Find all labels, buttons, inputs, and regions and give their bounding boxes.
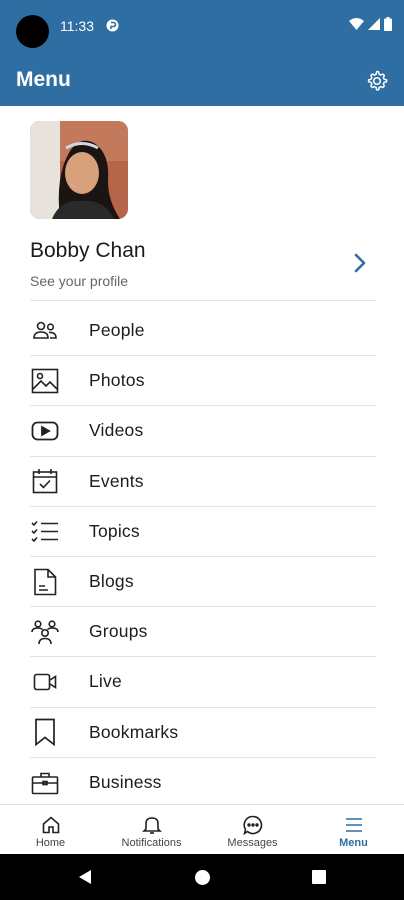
menu-item-label: Topics <box>89 520 140 541</box>
system-navigation-bar <box>0 854 404 900</box>
nav-tab-menu[interactable]: Menu <box>303 805 404 854</box>
menu-item-blogs[interactable]: Blogs <box>30 557 376 608</box>
menu-item-label: People <box>89 320 145 341</box>
page-title: Menu <box>16 68 71 91</box>
avatar[interactable] <box>30 121 128 219</box>
status-bar: 11:33 <box>0 0 404 56</box>
see-profile-link[interactable]: See your profile <box>30 273 128 289</box>
play-icon <box>30 416 60 446</box>
profile-section[interactable]: Bobby Chan See your profile <box>0 106 404 302</box>
recents-square-icon <box>312 870 326 884</box>
menu-list: People Photos Videos Events Topics Blogs <box>0 306 404 808</box>
menu-item-groups[interactable]: Groups <box>30 607 376 658</box>
nav-tab-label: Menu <box>339 837 368 849</box>
nav-tab-notifications[interactable]: Notifications <box>101 805 202 854</box>
bell-icon <box>141 814 163 836</box>
menu-item-label: Blogs <box>89 571 134 592</box>
menu-item-label: Bookmarks <box>89 721 179 742</box>
document-icon <box>30 567 60 597</box>
menu-item-label: Events <box>89 470 144 491</box>
home-system-button[interactable] <box>193 868 211 886</box>
menu-item-live[interactable]: Live <box>30 657 376 708</box>
bottom-navigation: Home Notifications Messages Menu <box>0 804 404 854</box>
camera-cutout <box>16 15 49 48</box>
signal-icon <box>368 18 380 30</box>
menu-item-videos[interactable]: Videos <box>30 406 376 457</box>
menu-item-photos[interactable]: Photos <box>30 356 376 407</box>
menu-item-label: Photos <box>89 370 145 391</box>
menu-icon <box>343 814 365 836</box>
home-circle-icon <box>194 869 210 885</box>
checklist-icon <box>30 516 60 546</box>
home-icon <box>40 814 62 836</box>
status-time: 11:33 <box>60 18 94 34</box>
notification-app-icon <box>106 19 119 32</box>
menu-item-label: Videos <box>89 420 144 441</box>
menu-item-events[interactable]: Events <box>30 457 376 507</box>
briefcase-icon <box>30 768 60 798</box>
nav-tab-messages[interactable]: Messages <box>202 805 303 854</box>
menu-item-topics[interactable]: Topics <box>30 507 376 557</box>
nav-tab-label: Messages <box>227 837 278 849</box>
menu-item-label: Business <box>89 772 162 793</box>
menu-item-people[interactable]: People <box>30 306 376 357</box>
calendar-check-icon <box>30 466 60 496</box>
people-icon <box>30 316 60 346</box>
nav-tab-label: Home <box>35 837 66 849</box>
bookmark-icon <box>30 717 60 747</box>
nav-tab-home[interactable]: Home <box>0 805 101 854</box>
image-icon <box>30 366 60 396</box>
wifi-icon <box>349 18 364 30</box>
nav-tab-label: Notifications <box>121 837 182 849</box>
settings-button[interactable] <box>362 66 392 96</box>
menu-item-label: Live <box>89 671 122 692</box>
app-bar: Menu <box>0 56 404 106</box>
recents-button[interactable] <box>310 868 328 886</box>
divider <box>30 300 376 301</box>
menu-item-bookmarks[interactable]: Bookmarks <box>30 708 376 758</box>
battery-icon <box>384 17 392 31</box>
gear-icon <box>367 70 388 91</box>
video-camera-icon <box>30 667 60 697</box>
menu-item-business[interactable]: Business <box>30 758 376 808</box>
chevron-right-icon[interactable] <box>352 252 368 274</box>
menu-item-label: Groups <box>89 621 148 642</box>
status-indicators <box>349 17 392 31</box>
back-button[interactable] <box>76 868 94 886</box>
group-icon <box>30 617 60 647</box>
back-triangle-icon <box>79 870 91 884</box>
profile-name: Bobby Chan <box>30 239 146 262</box>
chat-icon <box>242 814 264 836</box>
